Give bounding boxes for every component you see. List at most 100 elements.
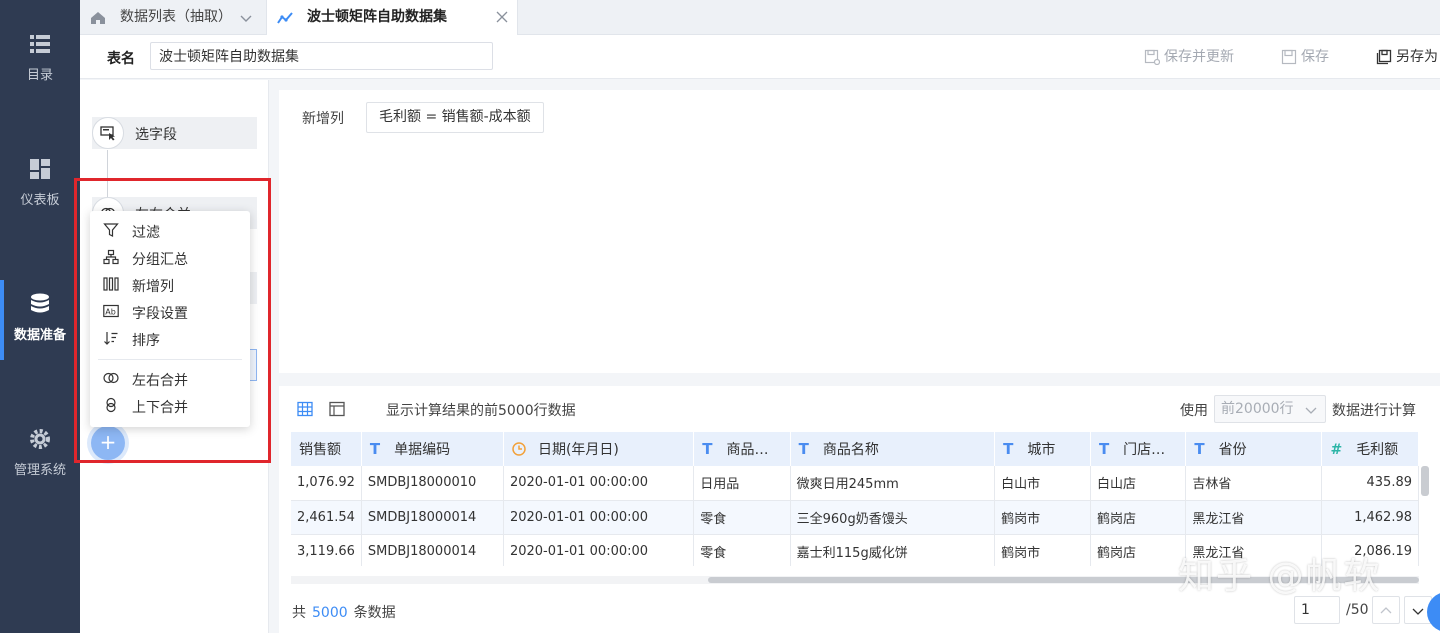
nav-item-catalog[interactable]: 目录 (0, 20, 80, 100)
row-limit-value: 前20000行 (1221, 401, 1294, 417)
nav-label-admin: 管理系统 (13, 463, 66, 478)
text-type-icon: T (1194, 440, 1205, 458)
table-row: 1,076.92 SMDBJ18000010 2020-01-01 00:00:… (291, 466, 1419, 501)
row-limit-select[interactable]: 前20000行 (1214, 395, 1326, 423)
nav-label-dashboard: 仪表板 (20, 193, 60, 208)
table-cell: 零食 (693, 534, 791, 566)
table-name-label: 表名 (107, 51, 135, 67)
table-name-input[interactable] (150, 42, 493, 70)
table-cell: 微爽日用245mm (790, 466, 996, 501)
column-header[interactable]: T 商品名称 (790, 432, 996, 466)
tab-label: 数据列表（抽取） (120, 9, 232, 25)
list-icon (30, 35, 50, 53)
column-header-label: 省份 (1218, 442, 1247, 458)
column-header[interactable]: 日期(年月日) (503, 432, 695, 466)
total-suffix: 条数据 (353, 605, 396, 621)
page-input[interactable]: 1 (1294, 596, 1340, 624)
flow-node-select-fields[interactable]: 选字段 (92, 117, 257, 149)
table-cell: 1,462.98 (1321, 500, 1419, 535)
total-prefix: 共 (292, 605, 306, 621)
table-cell: 白山市 (994, 466, 1091, 501)
page-total: /50 (1346, 602, 1369, 618)
table-cell: 鹤岗市 (994, 500, 1091, 535)
column-header[interactable]: T 门店… (1090, 432, 1187, 466)
column-header-label: 商品名称 (822, 442, 879, 458)
column-header-label: 商品… (726, 442, 769, 458)
app-root: 目录 仪表板 数据准备 管理系统 数据列表（抽取） 波士顿矩阵自助数据集 表名 (0, 0, 1440, 633)
column-header[interactable]: 销售额 (291, 432, 362, 466)
save-update-icon (1144, 49, 1160, 65)
gear-icon (30, 429, 50, 449)
table-cell: SMDBJ18000014 (361, 500, 504, 535)
grid-view-icon[interactable] (297, 401, 313, 417)
data-grid: 销售额 T 单据编码 日期(年月日) T 商品… T 商品名称 T 城市 T 门店… T省… (291, 432, 1419, 566)
table-cell: 三全960g奶香馒头 (790, 500, 996, 535)
nav-label-data-prep: 数据准备 (13, 328, 66, 343)
table-cell: SMDBJ18000014 (361, 534, 504, 566)
text-type-icon: T (369, 440, 381, 458)
save-update-label: 保存并更新 (1164, 49, 1234, 65)
database-icon (31, 293, 49, 313)
column-header-label: 单据编码 (394, 442, 451, 458)
formula-chip[interactable]: 毛利额 = 销售额-成本额 (366, 102, 544, 133)
left-nav: 目录 仪表板 数据准备 管理系统 (0, 0, 80, 633)
column-header[interactable]: T 省份 (1185, 432, 1323, 466)
chevron-down-icon[interactable] (240, 12, 252, 24)
watermark-text: 知乎 @帆软 (1178, 556, 1382, 597)
table-cell: 435.89 (1321, 466, 1419, 501)
column-header[interactable]: T 商品… (693, 432, 791, 466)
table-cell: 黑龙江省 (1185, 500, 1323, 535)
select-fields-icon (100, 126, 115, 141)
flow-node-label: 选字段 (135, 127, 177, 143)
table-cell: 2020-01-01 00:00:00 (503, 534, 695, 566)
layout-view-icon[interactable] (329, 401, 345, 417)
tab-dataset[interactable]: 波士顿矩阵自助数据集 (266, 0, 518, 35)
table-cell: 吉林省 (1185, 466, 1323, 501)
table-cell: 2020-01-01 00:00:00 (503, 500, 695, 535)
text-type-icon: T (1003, 440, 1014, 458)
table-cell: 零食 (693, 500, 791, 535)
table-cell: 1,076.92 (291, 466, 362, 501)
chart-line-icon (277, 12, 293, 24)
save-as-label: 另存为 (1396, 49, 1438, 65)
table-cell: 2020-01-01 00:00:00 (503, 466, 695, 501)
flow-node-circle (92, 117, 124, 149)
column-header[interactable]: # 毛利额 (1321, 432, 1419, 466)
chevron-down-icon (1412, 608, 1424, 615)
page-prev-button[interactable] (1372, 596, 1400, 624)
chevron-down-icon (1305, 407, 1317, 414)
chevron-up-icon (1380, 607, 1392, 614)
use-label: 使用 (1180, 403, 1208, 419)
nav-item-data-prep[interactable]: 数据准备 (0, 280, 80, 360)
table-cell: SMDBJ18000010 (361, 466, 504, 501)
vertical-scrollbar[interactable] (1421, 466, 1429, 496)
table-cell: 鹤岗店 (1090, 534, 1187, 566)
save-icon (1281, 49, 1297, 65)
table-cell: 鹤岗市 (994, 534, 1091, 566)
column-header-label: 日期(年月日) (537, 442, 619, 458)
text-type-icon: T (1098, 440, 1110, 458)
column-header[interactable]: T 单据编码 (361, 432, 504, 466)
table-cell: 3,119.66 (291, 534, 362, 566)
text-type-icon: T (798, 440, 809, 458)
table-cell: 2,461.54 (291, 500, 362, 535)
header-bar: 表名 保存并更新 保存 另存为 (80, 35, 1440, 79)
nav-item-admin[interactable]: 管理系统 (0, 415, 80, 495)
column-header[interactable]: T 城市 (994, 432, 1091, 466)
data-table: 销售额 T 单据编码 日期(年月日) T 商品… T 商品名称 T 城市 T 门店… T省… (291, 432, 1419, 566)
config-area: 新增列 毛利额 = 销售额-成本额 (279, 90, 1440, 373)
table-row: 2,461.54 SMDBJ18000014 2020-01-01 00:00:… (291, 500, 1419, 535)
tab-data-list[interactable]: 数据列表（抽取） (80, 0, 266, 35)
save-as-icon (1376, 49, 1392, 65)
column-header-label: 毛利额 (1356, 442, 1399, 458)
column-header-label: 销售额 (299, 442, 341, 458)
tab-label: 波士顿矩阵自助数据集 (307, 9, 447, 25)
nav-item-dashboard[interactable]: 仪表板 (0, 145, 80, 225)
home-icon (91, 12, 105, 24)
table-header-row: 销售额 T 单据编码 日期(年月日) T 商品… T 商品名称 T 城市 T 门店… T省… (291, 432, 1419, 466)
new-column-label: 新增列 (302, 111, 344, 127)
text-type-icon: T (702, 440, 713, 458)
highlight-box (74, 178, 271, 463)
close-icon[interactable] (495, 10, 509, 24)
total-number: 5000 (312, 605, 348, 621)
